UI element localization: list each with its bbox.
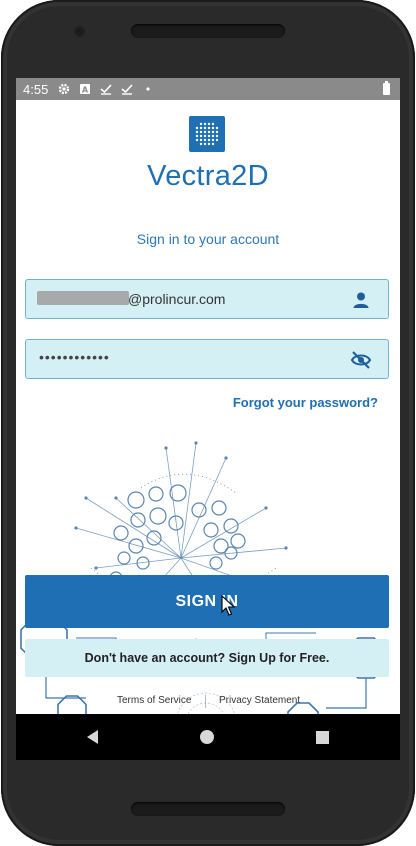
- dot-icon: [142, 83, 154, 95]
- person-icon: [350, 289, 372, 311]
- footer-links: Terms of Service Privacy Statement: [16, 695, 400, 709]
- eye-off-icon[interactable]: [350, 349, 372, 371]
- terms-of-service-link[interactable]: Terms of Service: [117, 695, 191, 706]
- android-nav-bar: [16, 714, 400, 760]
- back-icon[interactable]: [87, 730, 98, 744]
- email-field[interactable]: @prolincur.com: [25, 279, 389, 319]
- status-bar: 4:55 A: [16, 78, 400, 100]
- sign-in-button[interactable]: SIGN IN: [25, 575, 389, 628]
- forgot-password-link[interactable]: Forgot your password?: [233, 395, 378, 410]
- password-masked-text: ••••••••••••: [39, 349, 110, 365]
- signin-subtitle: Sign in to your account: [136, 231, 280, 247]
- svg-text:A: A: [82, 86, 89, 95]
- bottom-speaker: [131, 802, 285, 816]
- password-field[interactable]: ••••••••••••: [25, 339, 389, 379]
- redacted-email-prefix: [37, 291, 129, 305]
- recent-apps-icon[interactable]: [316, 730, 329, 744]
- app-screen: 4:55 A Vectra2D Sign in to your account …: [16, 78, 400, 760]
- a-badge-icon: A: [79, 83, 91, 95]
- footer-divider: [205, 695, 206, 708]
- app-logo: [189, 116, 225, 152]
- mouse-cursor-icon: [221, 595, 236, 616]
- status-time: 4:55: [23, 81, 49, 97]
- battery-icon: [383, 81, 390, 95]
- front-camera: [75, 27, 84, 36]
- check-icon: [100, 83, 112, 95]
- privacy-statement-link[interactable]: Privacy Statement: [219, 695, 300, 706]
- sign-up-link[interactable]: Don't have an account? Sign Up for Free.: [25, 639, 389, 677]
- gear-icon: [58, 83, 70, 95]
- app-title: Vectra2D: [147, 160, 269, 192]
- home-icon[interactable]: [200, 730, 214, 744]
- email-domain-text: @prolincur.com: [128, 291, 226, 307]
- check-icon: [121, 83, 133, 95]
- top-speaker: [131, 24, 285, 38]
